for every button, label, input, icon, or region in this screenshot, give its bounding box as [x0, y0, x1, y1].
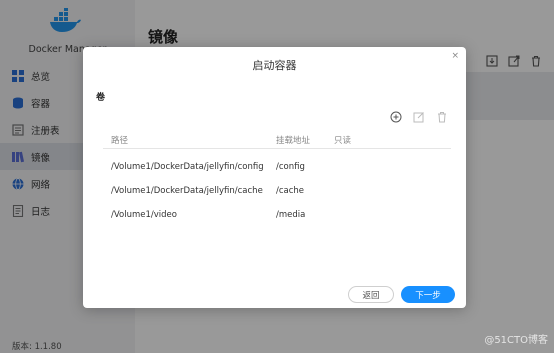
- volumes-section-label: 卷: [96, 93, 106, 103]
- back-button[interactable]: 返回: [348, 286, 394, 303]
- start-container-dialog: 启动容器 × 卷 路径 挂载地址 只读 /Volume1/DockerData/…: [83, 47, 466, 308]
- column-header-mount: 挂载地址: [276, 136, 311, 146]
- volume-mount: /config: [276, 162, 305, 172]
- volume-path: /Volume1/DockerData/jellyfin/cache: [111, 186, 263, 196]
- table-header-divider: [103, 148, 451, 149]
- table-row[interactable]: /Volume1/DockerData/jellyfin/config /con…: [83, 162, 466, 186]
- table-row[interactable]: /Volume1/video /media: [83, 210, 466, 234]
- volume-path: /Volume1/video: [111, 210, 177, 220]
- delete-icon[interactable]: [436, 111, 448, 123]
- watermark: @51CTO博客: [484, 335, 548, 346]
- column-header-path: 路径: [111, 136, 129, 146]
- table-row[interactable]: /Volume1/DockerData/jellyfin/cache /cach…: [83, 186, 466, 210]
- edit-icon[interactable]: [413, 111, 425, 123]
- close-icon[interactable]: ×: [451, 51, 459, 61]
- volume-mount: /media: [276, 210, 306, 220]
- add-icon[interactable]: [390, 111, 402, 123]
- volume-path: /Volume1/DockerData/jellyfin/config: [111, 162, 264, 172]
- volume-table-toolbar: [390, 111, 448, 123]
- dialog-title: 启动容器: [252, 59, 297, 72]
- volume-mount: /cache: [276, 186, 305, 196]
- column-header-readonly: 只读: [334, 136, 352, 146]
- next-button[interactable]: 下一步: [401, 286, 455, 303]
